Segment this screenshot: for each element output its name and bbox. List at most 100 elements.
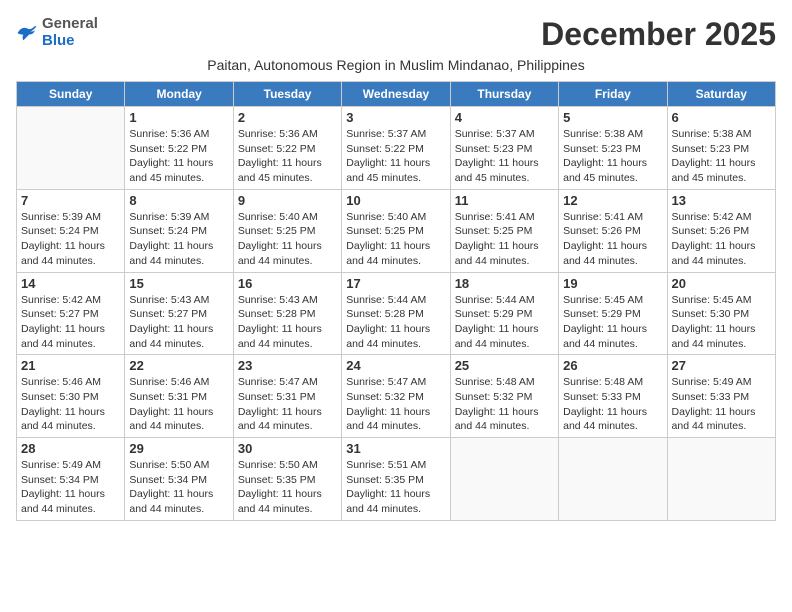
calendar-header-sunday: Sunday (17, 82, 125, 107)
day-info: Sunrise: 5:48 AMSunset: 5:32 PMDaylight:… (455, 375, 554, 434)
day-info: Sunrise: 5:46 AMSunset: 5:31 PMDaylight:… (129, 375, 228, 434)
day-number: 21 (21, 358, 120, 373)
calendar-header-saturday: Saturday (667, 82, 775, 107)
header: General Blue December 2025 (16, 16, 776, 53)
day-number: 29 (129, 441, 228, 456)
calendar-subtitle: Paitan, Autonomous Region in Muslim Mind… (16, 57, 776, 73)
day-number: 1 (129, 110, 228, 125)
day-number: 14 (21, 276, 120, 291)
day-info: Sunrise: 5:41 AMSunset: 5:25 PMDaylight:… (455, 210, 554, 269)
day-number: 20 (672, 276, 771, 291)
calendar-header-friday: Friday (559, 82, 667, 107)
day-info: Sunrise: 5:47 AMSunset: 5:32 PMDaylight:… (346, 375, 445, 434)
day-info: Sunrise: 5:46 AMSunset: 5:30 PMDaylight:… (21, 375, 120, 434)
calendar-cell: 16 Sunrise: 5:43 AMSunset: 5:28 PMDayligh… (233, 272, 341, 355)
calendar-week-row: 21 Sunrise: 5:46 AMSunset: 5:30 PMDayligh… (17, 355, 776, 438)
day-info: Sunrise: 5:42 AMSunset: 5:27 PMDaylight:… (21, 293, 120, 352)
day-number: 18 (455, 276, 554, 291)
calendar-week-row: 7 Sunrise: 5:39 AMSunset: 5:24 PMDaylight… (17, 189, 776, 272)
calendar-cell: 11 Sunrise: 5:41 AMSunset: 5:25 PMDayligh… (450, 189, 558, 272)
logo-general-text: General (42, 16, 98, 33)
calendar-cell: 15 Sunrise: 5:43 AMSunset: 5:27 PMDayligh… (125, 272, 233, 355)
calendar-cell: 3 Sunrise: 5:37 AMSunset: 5:22 PMDaylight… (342, 107, 450, 190)
calendar-cell: 13Sunrise: 5:42 AMSunset: 5:26 PMDayligh… (667, 189, 775, 272)
day-info: Sunrise: 5:43 AMSunset: 5:28 PMDaylight:… (238, 293, 337, 352)
day-info: Sunrise: 5:51 AMSunset: 5:35 PMDaylight:… (346, 458, 445, 517)
logo-text: General Blue (42, 16, 98, 49)
calendar-cell (667, 438, 775, 521)
day-info: Sunrise: 5:49 AMSunset: 5:33 PMDaylight:… (672, 375, 771, 434)
day-number: 28 (21, 441, 120, 456)
logo-blue-text: Blue (42, 33, 98, 50)
calendar-cell: 23 Sunrise: 5:47 AMSunset: 5:31 PMDayligh… (233, 355, 341, 438)
day-number: 7 (21, 193, 120, 208)
calendar-week-row: 1 Sunrise: 5:36 AMSunset: 5:22 PMDaylight… (17, 107, 776, 190)
calendar-cell: 9 Sunrise: 5:40 AMSunset: 5:25 PMDaylight… (233, 189, 341, 272)
calendar-cell: 26Sunrise: 5:48 AMSunset: 5:33 PMDayligh… (559, 355, 667, 438)
day-number: 3 (346, 110, 445, 125)
calendar-cell: 29 Sunrise: 5:50 AMSunset: 5:34 PMDayligh… (125, 438, 233, 521)
calendar-cell: 2 Sunrise: 5:36 AMSunset: 5:22 PMDaylight… (233, 107, 341, 190)
day-info: Sunrise: 5:48 AMSunset: 5:33 PMDaylight:… (563, 375, 662, 434)
calendar-cell: 31 Sunrise: 5:51 AMSunset: 5:35 PMDayligh… (342, 438, 450, 521)
day-number: 31 (346, 441, 445, 456)
day-number: 23 (238, 358, 337, 373)
calendar-table: SundayMondayTuesdayWednesdayThursdayFrid… (16, 81, 776, 521)
calendar-week-row: 14 Sunrise: 5:42 AMSunset: 5:27 PMDayligh… (17, 272, 776, 355)
calendar-cell (559, 438, 667, 521)
day-number: 2 (238, 110, 337, 125)
day-number: 4 (455, 110, 554, 125)
calendar-cell: 28 Sunrise: 5:49 AMSunset: 5:34 PMDayligh… (17, 438, 125, 521)
day-info: Sunrise: 5:39 AMSunset: 5:24 PMDaylight:… (129, 210, 228, 269)
calendar-cell: 18 Sunrise: 5:44 AMSunset: 5:29 PMDayligh… (450, 272, 558, 355)
day-number: 11 (455, 193, 554, 208)
calendar-cell: 4Sunrise: 5:37 AMSunset: 5:23 PMDaylight… (450, 107, 558, 190)
calendar-cell: 1 Sunrise: 5:36 AMSunset: 5:22 PMDaylight… (125, 107, 233, 190)
day-number: 10 (346, 193, 445, 208)
day-number: 9 (238, 193, 337, 208)
month-title: December 2025 (541, 16, 776, 53)
day-number: 16 (238, 276, 337, 291)
day-info: Sunrise: 5:38 AMSunset: 5:23 PMDaylight:… (563, 127, 662, 186)
calendar-cell: 21 Sunrise: 5:46 AMSunset: 5:30 PMDayligh… (17, 355, 125, 438)
day-number: 30 (238, 441, 337, 456)
calendar-cell: 27 Sunrise: 5:49 AMSunset: 5:33 PMDayligh… (667, 355, 775, 438)
day-info: Sunrise: 5:40 AMSunset: 5:25 PMDaylight:… (238, 210, 337, 269)
day-number: 22 (129, 358, 228, 373)
calendar-header-thursday: Thursday (450, 82, 558, 107)
calendar-cell: 7Sunrise: 5:39 AMSunset: 5:24 PMDaylight… (17, 189, 125, 272)
day-info: Sunrise: 5:36 AMSunset: 5:22 PMDaylight:… (129, 127, 228, 186)
calendar-cell (450, 438, 558, 521)
day-number: 24 (346, 358, 445, 373)
logo: General Blue (16, 16, 98, 49)
day-number: 27 (672, 358, 771, 373)
day-number: 8 (129, 193, 228, 208)
calendar-cell: 6Sunrise: 5:38 AMSunset: 5:23 PMDaylight… (667, 107, 775, 190)
day-number: 19 (563, 276, 662, 291)
calendar-week-row: 28 Sunrise: 5:49 AMSunset: 5:34 PMDayligh… (17, 438, 776, 521)
day-number: 12 (563, 193, 662, 208)
day-info: Sunrise: 5:50 AMSunset: 5:35 PMDaylight:… (238, 458, 337, 517)
calendar-cell: 25 Sunrise: 5:48 AMSunset: 5:32 PMDayligh… (450, 355, 558, 438)
day-info: Sunrise: 5:37 AMSunset: 5:22 PMDaylight:… (346, 127, 445, 186)
calendar-cell: 22 Sunrise: 5:46 AMSunset: 5:31 PMDayligh… (125, 355, 233, 438)
day-info: Sunrise: 5:50 AMSunset: 5:34 PMDaylight:… (129, 458, 228, 517)
day-info: Sunrise: 5:49 AMSunset: 5:34 PMDaylight:… (21, 458, 120, 517)
day-number: 17 (346, 276, 445, 291)
day-number: 5 (563, 110, 662, 125)
calendar-header-row: SundayMondayTuesdayWednesdayThursdayFrid… (17, 82, 776, 107)
day-info: Sunrise: 5:36 AMSunset: 5:22 PMDaylight:… (238, 127, 337, 186)
day-info: Sunrise: 5:43 AMSunset: 5:27 PMDaylight:… (129, 293, 228, 352)
calendar-header-monday: Monday (125, 82, 233, 107)
day-number: 25 (455, 358, 554, 373)
calendar-cell: 20Sunrise: 5:45 AMSunset: 5:30 PMDayligh… (667, 272, 775, 355)
day-info: Sunrise: 5:45 AMSunset: 5:29 PMDaylight:… (563, 293, 662, 352)
day-number: 13 (672, 193, 771, 208)
day-info: Sunrise: 5:44 AMSunset: 5:29 PMDaylight:… (455, 293, 554, 352)
calendar-cell: 10Sunrise: 5:40 AMSunset: 5:25 PMDayligh… (342, 189, 450, 272)
calendar-cell: 14 Sunrise: 5:42 AMSunset: 5:27 PMDayligh… (17, 272, 125, 355)
day-number: 15 (129, 276, 228, 291)
calendar-cell: 8 Sunrise: 5:39 AMSunset: 5:24 PMDaylight… (125, 189, 233, 272)
calendar-cell: 24 Sunrise: 5:47 AMSunset: 5:32 PMDayligh… (342, 355, 450, 438)
day-info: Sunrise: 5:47 AMSunset: 5:31 PMDaylight:… (238, 375, 337, 434)
